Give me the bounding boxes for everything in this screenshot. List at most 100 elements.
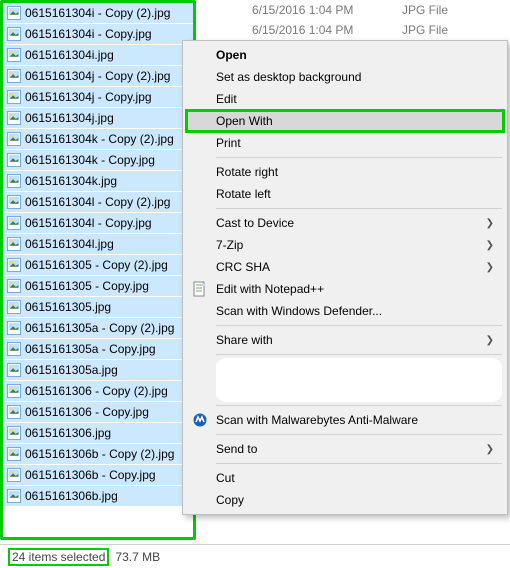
jpg-file-icon [7,132,21,146]
file-item[interactable]: 0615161306b.jpg [3,486,193,507]
menu-item-rotate-right[interactable]: Rotate right [186,161,504,183]
file-item[interactable]: 0615161304l.jpg [3,234,193,255]
menu-item-share-with[interactable]: Share with❯ [186,329,504,351]
jpg-file-icon [7,384,21,398]
file-item[interactable]: 0615161304i - Copy.jpg [3,24,193,45]
detail-row: 6/15/2016 1:04 PM JPG File [196,20,510,40]
chevron-right-icon: ❯ [486,262,494,273]
jpg-file-icon [7,69,21,83]
menu-item-crc-sha[interactable]: CRC SHA❯ [186,256,504,278]
context-menu[interactable]: Open Set as desktop background Edit Open Wi… [182,40,508,515]
file-item[interactable]: 0615161304j - Copy (2).jpg [3,66,193,87]
file-item[interactable]: 0615161305a - Copy (2).jpg [3,318,193,339]
file-item[interactable]: 0615161306b - Copy (2).jpg [3,444,193,465]
jpg-file-icon [7,258,21,272]
jpg-file-icon [7,111,21,125]
notepad-icon [192,281,208,297]
menu-item-edit[interactable]: Edit [186,88,504,110]
file-name: 0615161304l - Copy (2).jpg [21,195,170,209]
file-item[interactable]: 0615161304k - Copy (2).jpg [3,129,193,150]
file-item[interactable]: 0615161304l - Copy.jpg [3,213,193,234]
jpg-file-icon [7,447,21,461]
menu-separator [216,463,502,464]
menu-item-print[interactable]: Print [186,132,504,154]
file-name: 0615161306 - Copy.jpg [21,405,149,419]
file-type: JPG File [402,23,448,37]
menu-item-cast-to-device[interactable]: Cast to Device❯ [186,212,504,234]
file-item[interactable]: 0615161304l - Copy (2).jpg [3,192,193,213]
menu-item-label: 7-Zip [216,238,243,252]
file-item[interactable]: 0615161304i - Copy (2).jpg [3,3,193,24]
menu-separator [216,354,502,355]
file-item[interactable]: 0615161305 - Copy (2).jpg [3,255,193,276]
jpg-file-icon [7,90,21,104]
menu-item-edit-with-notepad[interactable]: Edit with Notepad++ [186,278,504,300]
menu-item-label: Scan with Windows Defender... [216,304,382,318]
menu-item-label: Open With [216,114,273,128]
file-list-selected[interactable]: 0615161304i - Copy (2).jpg 0615161304i - … [0,0,196,540]
date-modified: 6/15/2016 1:04 PM [252,3,372,17]
jpg-file-icon [7,174,21,188]
jpg-file-icon [7,6,21,20]
jpg-file-icon [7,321,21,335]
status-size: 73.7 MB [115,550,160,564]
file-item[interactable]: 0615161304j - Copy.jpg [3,87,193,108]
file-item[interactable]: 0615161304j.jpg [3,108,193,129]
malwarebytes-icon [192,412,208,428]
menu-item-rotate-left[interactable]: Rotate left [186,183,504,205]
menu-item-label: Set as desktop background [216,70,361,84]
chevron-right-icon: ❯ [486,335,494,346]
detail-row: 6/15/2016 1:04 PM JPG File [196,0,510,20]
chevron-right-icon: ❯ [486,444,494,455]
file-name: 0615161304l.jpg [21,237,114,251]
menu-item-label: Edit [216,92,237,106]
file-item[interactable]: 0615161305 - Copy.jpg [3,276,193,297]
file-item[interactable]: 0615161305a - Copy.jpg [3,339,193,360]
file-item[interactable]: 0615161305.jpg [3,297,193,318]
menu-item-label: Cut [216,471,235,485]
file-name: 0615161305a - Copy (2).jpg [21,321,174,335]
status-selected-count: 24 items selected [8,548,109,566]
file-name: 0615161305.jpg [21,300,111,314]
jpg-file-icon [7,27,21,41]
menu-item-label: Send to [216,442,257,456]
file-item[interactable]: 0615161306 - Copy.jpg [3,402,193,423]
file-name: 0615161306b.jpg [21,489,118,503]
chevron-right-icon: ❯ [486,240,494,251]
menu-item-set-as-desktop-background[interactable]: Set as desktop background [186,66,504,88]
file-item[interactable]: 0615161306 - Copy (2).jpg [3,381,193,402]
menu-item-send-to[interactable]: Send to ❯ [186,438,504,460]
menu-item-scan-with-windows-defender[interactable]: Scan with Windows Defender... [186,300,504,322]
file-item[interactable]: 0615161305a.jpg [3,360,193,381]
file-item[interactable]: 0615161304k.jpg [3,171,193,192]
file-item[interactable]: 0615161304i.jpg [3,45,193,66]
file-name: 0615161304i - Copy (2).jpg [21,6,170,20]
jpg-file-icon [7,468,21,482]
file-name: 0615161306 - Copy (2).jpg [21,384,168,398]
jpg-file-icon [7,279,21,293]
menu-item-label: Edit with Notepad++ [216,282,324,296]
menu-item-label: Copy [216,493,244,507]
jpg-file-icon [7,363,21,377]
file-name: 0615161304k - Copy (2).jpg [21,132,174,146]
file-name: 0615161304k - Copy.jpg [21,153,155,167]
file-name: 0615161304j.jpg [21,111,114,125]
menu-item-label: Open [216,48,247,62]
file-name: 0615161304i.jpg [21,48,114,62]
menu-item-scan-with-malwarebytes-anti-malware[interactable]: Scan with Malwarebytes Anti-Malware [186,409,504,431]
file-item[interactable]: 0615161306.jpg [3,423,193,444]
menu-item-7-zip[interactable]: 7-Zip ❯ [186,234,504,256]
jpg-file-icon [7,216,21,230]
menu-item-cut[interactable]: Cut [186,467,504,489]
jpg-file-icon [7,153,21,167]
menu-item-open[interactable]: Open [186,44,504,66]
menu-item-open-with[interactable]: Open With [186,110,504,132]
jpg-file-icon [7,426,21,440]
jpg-file-icon [7,405,21,419]
file-name: 0615161305a - Copy.jpg [21,342,156,356]
file-item[interactable]: 0615161304k - Copy.jpg [3,150,193,171]
menu-item-copy[interactable]: Copy [186,489,504,511]
file-name: 0615161305 - Copy.jpg [21,279,149,293]
file-item[interactable]: 0615161306b - Copy.jpg [3,465,193,486]
date-modified: 6/15/2016 1:04 PM [252,23,372,37]
